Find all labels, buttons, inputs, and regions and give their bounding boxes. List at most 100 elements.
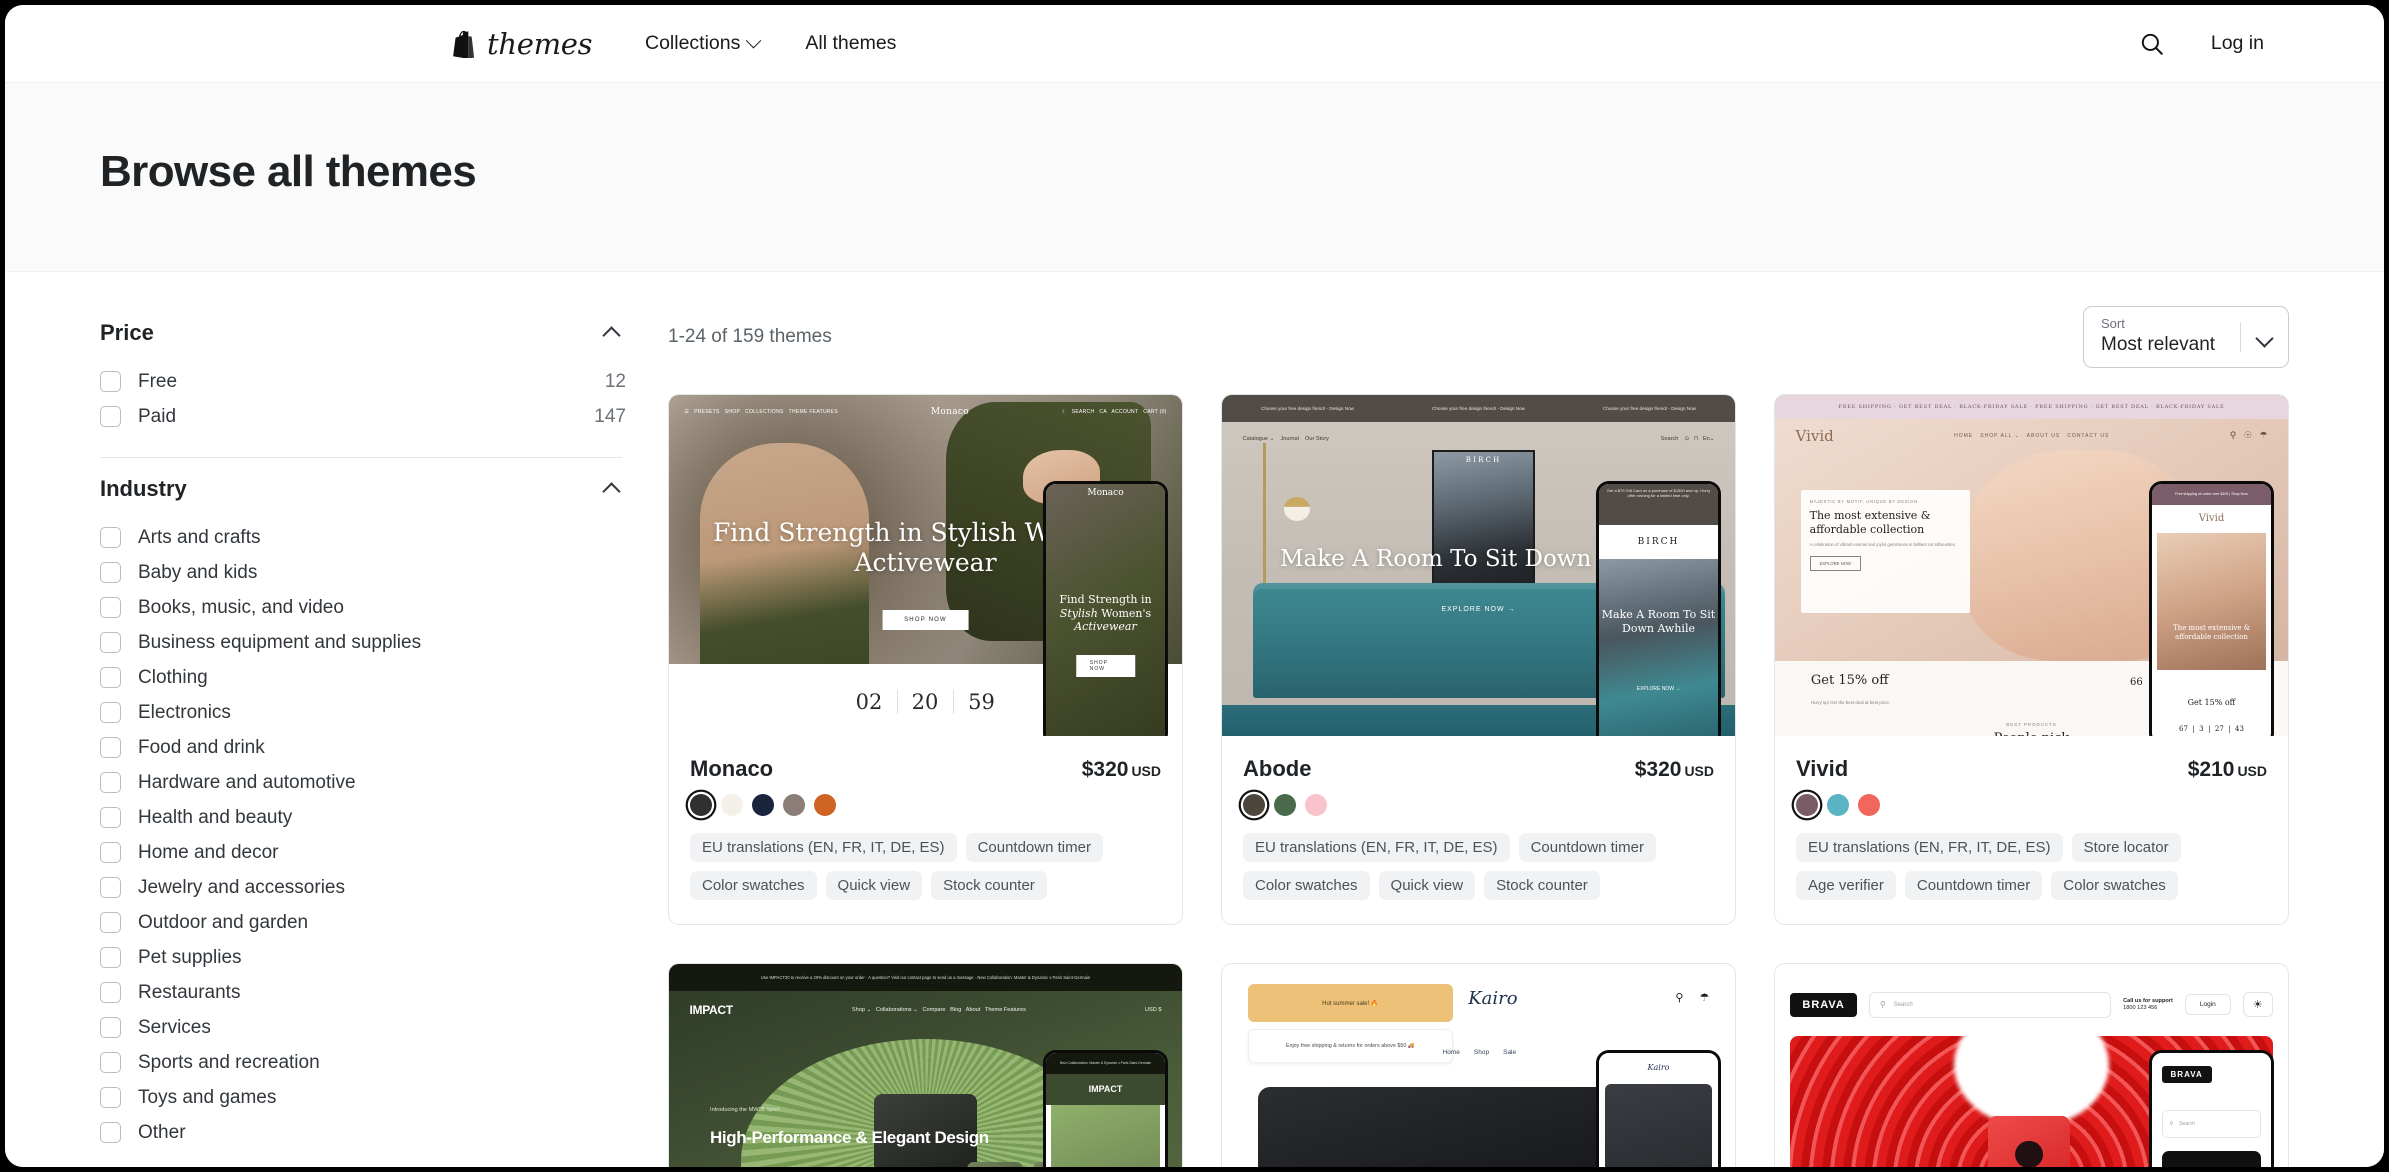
- color-swatch[interactable]: [1827, 794, 1849, 816]
- search-button[interactable]: [2136, 28, 2168, 60]
- theme-price: $320 USD: [1082, 758, 1161, 782]
- color-swatch[interactable]: [721, 794, 743, 816]
- results-toolbar: 1-24 of 159 themes Sort Most relevant: [668, 306, 2289, 394]
- filter-option-health-and-beauty[interactable]: Health and beauty: [100, 800, 630, 835]
- filter-option-sports-and-recreation[interactable]: Sports and recreation: [100, 1045, 630, 1080]
- filter-group-price-header[interactable]: Price: [100, 306, 630, 364]
- preview-support-phone: 1800 123 456: [2123, 1004, 2158, 1011]
- theme-tags: EU translations (EN, FR, IT, DE, ES) Stor…: [1796, 833, 2267, 900]
- filter-group-industry-header[interactable]: Industry: [100, 462, 630, 520]
- brand-word: themes: [487, 26, 593, 61]
- preview-currency-selector: USD $: [1145, 1007, 1162, 1014]
- checkbox-free[interactable]: [100, 371, 121, 392]
- color-swatch[interactable]: [1243, 794, 1265, 816]
- theme-card-monaco[interactable]: ☰ PRESETS SHOP COLLECTIONS THEME FEATURE…: [668, 394, 1183, 925]
- filter-option-business-equipment-and-supplies[interactable]: Business equipment and supplies: [100, 625, 630, 660]
- preview-store-name: Monaco: [930, 407, 969, 418]
- checkbox-industry[interactable]: [100, 527, 121, 548]
- theme-card-vivid[interactable]: FREE SHIPPING · GET BEST DEAL · BLACK-FR…: [1774, 394, 2289, 925]
- theme-card-impact[interactable]: Use IMPACT20 to receive a 20% discount o…: [668, 963, 1183, 1167]
- checkbox-industry[interactable]: [100, 1087, 121, 1108]
- filter-option-free-label: Free: [138, 370, 178, 392]
- preview-mobile-announcement: Get a $70 Gift Card on a purchase of $15…: [1599, 484, 1718, 526]
- preview-support-title: Call us for support: [2123, 997, 2173, 1004]
- preview-store-nav: BRAVA ⚲ Search Call us for support 1800 …: [1790, 981, 2273, 1029]
- filter-option-label: Toys and games: [138, 1086, 277, 1108]
- filter-option-label: Other: [138, 1121, 186, 1143]
- preview-mobile-mockup: BRAVA ⚲ Search: [2149, 1050, 2274, 1167]
- theme-tag: Quick view: [1378, 871, 1476, 900]
- filter-option-services[interactable]: Services: [100, 1010, 630, 1045]
- preview-store-nav: Vivid HOME SHOP ALL ⌄ ABOUT US CONTACT U…: [1795, 426, 2268, 445]
- checkbox-industry[interactable]: [100, 737, 121, 758]
- theme-preview-brava: BRAVA ⚲ Search Call us for support 1800 …: [1775, 964, 2288, 1167]
- theme-card-kairo[interactable]: Hot summer sale! 🔥 Enjoy free shipping &…: [1221, 963, 1736, 1167]
- theme-card-abode[interactable]: BIRCH Choose your free design friend! - …: [1221, 394, 1736, 925]
- filter-option-hardware-and-automotive[interactable]: Hardware and automotive: [100, 765, 630, 800]
- checkbox-industry[interactable]: [100, 807, 121, 828]
- preview-announcement: Use IMPACT20 to receive a 20% discount o…: [760, 975, 1091, 981]
- filter-option-paid[interactable]: Paid 147: [100, 399, 630, 434]
- nav-item-collections[interactable]: Collections: [645, 32, 762, 55]
- theme-card-brava[interactable]: BRAVA ⚲ Search Call us for support 1800 …: [1774, 963, 2289, 1167]
- filter-option-free[interactable]: Free 12: [100, 364, 630, 399]
- filter-option-baby-and-kids[interactable]: Baby and kids: [100, 555, 630, 590]
- checkbox-industry[interactable]: [100, 1017, 121, 1038]
- checkbox-industry[interactable]: [100, 632, 121, 653]
- filter-option-pet-supplies[interactable]: Pet supplies: [100, 940, 630, 975]
- filter-option-electronics[interactable]: Electronics: [100, 695, 630, 730]
- preview-mobile-mockup: Get a $70 Gift Card on a purchase of $15…: [1596, 481, 1721, 736]
- filter-option-outdoor-and-garden[interactable]: Outdoor and garden: [100, 905, 630, 940]
- theme-tags: EU translations (EN, FR, IT, DE, ES) Coun…: [1243, 833, 1714, 900]
- filter-option-label: Arts and crafts: [138, 526, 261, 548]
- color-swatch[interactable]: [1305, 794, 1327, 816]
- checkbox-industry[interactable]: [100, 842, 121, 863]
- color-swatch[interactable]: [1274, 794, 1296, 816]
- filters-sidebar: Price Free 12 Paid 147 Industry Arts and…: [100, 272, 630, 1167]
- theme-price-amount: $210: [2187, 758, 2235, 781]
- checkbox-industry[interactable]: [100, 1052, 121, 1073]
- color-swatch[interactable]: [690, 794, 712, 816]
- filter-option-toys-and-games[interactable]: Toys and games: [100, 1080, 630, 1115]
- color-swatch[interactable]: [1858, 794, 1880, 816]
- countdown-cell: 20: [898, 689, 954, 714]
- checkbox-industry[interactable]: [100, 562, 121, 583]
- checkbox-industry[interactable]: [100, 702, 121, 723]
- checkbox-industry[interactable]: [100, 947, 121, 968]
- filter-option-home-and-decor[interactable]: Home and decor: [100, 835, 630, 870]
- checkbox-industry[interactable]: [100, 877, 121, 898]
- filter-option-books-music-and-video[interactable]: Books, music, and video: [100, 590, 630, 625]
- sort-dropdown[interactable]: Sort Most relevant: [2083, 306, 2289, 368]
- theme-grid: ☰ PRESETS SHOP COLLECTIONS THEME FEATURE…: [668, 394, 2289, 1167]
- filter-option-other[interactable]: Other: [100, 1115, 630, 1150]
- color-swatch[interactable]: [752, 794, 774, 816]
- theme-tag: Color swatches: [1243, 871, 1370, 900]
- filter-option-paid-label: Paid: [138, 405, 177, 427]
- brand-logo[interactable]: themes: [449, 26, 593, 61]
- checkbox-industry[interactable]: [100, 597, 121, 618]
- filter-option-restaurants[interactable]: Restaurants: [100, 975, 630, 1010]
- checkbox-industry[interactable]: [100, 667, 121, 688]
- preview-store-icons: ⚲ ☂: [1675, 992, 1710, 1005]
- filter-option-clothing[interactable]: Clothing: [100, 660, 630, 695]
- primary-nav: Collections All themes: [645, 32, 896, 55]
- filter-group-price-title: Price: [100, 320, 154, 345]
- content-area: Price Free 12 Paid 147 Industry Arts and…: [5, 272, 2384, 1167]
- theme-tag: Countdown timer: [1904, 871, 2043, 900]
- search-icon: [2141, 33, 2163, 55]
- filter-option-jewelry-and-accessories[interactable]: Jewelry and accessories: [100, 870, 630, 905]
- checkbox-industry[interactable]: [100, 1122, 121, 1143]
- filter-option-arts-and-crafts[interactable]: Arts and crafts: [100, 520, 630, 555]
- checkbox-industry[interactable]: [100, 772, 121, 793]
- checkbox-industry[interactable]: [100, 912, 121, 933]
- nav-item-all-themes[interactable]: All themes: [805, 32, 896, 55]
- color-swatch[interactable]: [814, 794, 836, 816]
- filter-option-food-and-drink[interactable]: Food and drink: [100, 730, 630, 765]
- filter-option-label: Food and drink: [138, 736, 265, 758]
- checkbox-paid[interactable]: [100, 406, 121, 427]
- checkbox-industry[interactable]: [100, 982, 121, 1003]
- color-swatch[interactable]: [1796, 794, 1818, 816]
- theme-price-amount: $320: [1081, 758, 1129, 781]
- color-swatch[interactable]: [783, 794, 805, 816]
- login-link[interactable]: Log in: [2211, 32, 2264, 55]
